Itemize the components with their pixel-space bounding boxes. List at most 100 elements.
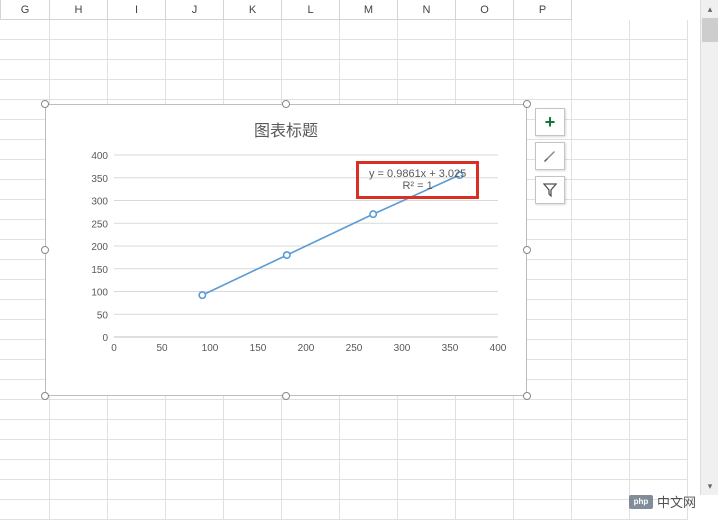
grid-cell[interactable] [572, 420, 630, 440]
grid-cell[interactable] [50, 80, 108, 100]
grid-cell[interactable] [572, 180, 630, 200]
grid-cell[interactable] [398, 420, 456, 440]
grid-cell[interactable] [398, 40, 456, 60]
col-header[interactable]: O [456, 0, 514, 20]
trendline-equation-box[interactable]: y = 0.9861x + 3.025 R² = 1 [356, 161, 479, 199]
grid-cell[interactable] [572, 20, 630, 40]
grid-cell[interactable] [0, 260, 50, 280]
grid-cell[interactable] [398, 20, 456, 40]
col-header[interactable]: L [282, 0, 340, 20]
grid-cell[interactable] [108, 400, 166, 420]
grid-cell[interactable] [572, 280, 630, 300]
grid-cell[interactable] [456, 80, 514, 100]
grid-cell[interactable] [630, 80, 688, 100]
chart-elements-button[interactable]: + [535, 108, 565, 136]
grid-cell[interactable] [572, 340, 630, 360]
grid-cell[interactable] [398, 60, 456, 80]
grid-cell[interactable] [108, 20, 166, 40]
grid-cell[interactable] [630, 40, 688, 60]
grid-cell[interactable] [572, 300, 630, 320]
grid-cell[interactable] [166, 440, 224, 460]
grid-cell[interactable] [630, 140, 688, 160]
grid-cell[interactable] [166, 60, 224, 80]
grid-cell[interactable] [398, 460, 456, 480]
grid-cell[interactable] [340, 80, 398, 100]
chart-object[interactable]: 图表标题 05010015020025030035040005010015020… [45, 104, 527, 396]
grid-cell[interactable] [166, 40, 224, 60]
grid-cell[interactable] [514, 20, 572, 40]
grid-cell[interactable] [0, 200, 50, 220]
grid-cell[interactable] [108, 440, 166, 460]
chart-filter-button[interactable] [535, 176, 565, 204]
grid-cell[interactable] [108, 480, 166, 500]
resize-handle[interactable] [282, 392, 290, 400]
grid-cell[interactable] [398, 480, 456, 500]
grid-cell[interactable] [456, 60, 514, 80]
grid-cell[interactable] [630, 400, 688, 420]
col-header[interactable]: K [224, 0, 282, 20]
grid-cell[interactable] [630, 460, 688, 480]
grid-cell[interactable] [340, 460, 398, 480]
grid-cell[interactable] [50, 400, 108, 420]
resize-handle[interactable] [523, 100, 531, 108]
grid-cell[interactable] [282, 460, 340, 480]
grid-cell[interactable] [630, 300, 688, 320]
grid-cell[interactable] [456, 40, 514, 60]
grid-cell[interactable] [572, 60, 630, 80]
grid-cell[interactable] [572, 40, 630, 60]
grid-cell[interactable] [514, 80, 572, 100]
chart-title[interactable]: 图表标题 [54, 117, 518, 141]
grid-cell[interactable] [340, 60, 398, 80]
grid-cell[interactable] [572, 100, 630, 120]
grid-cell[interactable] [572, 240, 630, 260]
grid-cell[interactable] [0, 80, 50, 100]
grid-cell[interactable] [50, 440, 108, 460]
grid-cell[interactable] [0, 500, 50, 520]
grid-cell[interactable] [50, 480, 108, 500]
grid-cell[interactable] [630, 240, 688, 260]
grid-cell[interactable] [630, 180, 688, 200]
grid-cell[interactable] [630, 320, 688, 340]
grid-cell[interactable] [514, 480, 572, 500]
grid-cell[interactable] [224, 400, 282, 420]
grid-cell[interactable] [282, 20, 340, 40]
grid-cell[interactable] [630, 120, 688, 140]
grid-cell[interactable] [630, 420, 688, 440]
grid-cell[interactable] [340, 440, 398, 460]
grid-cell[interactable] [514, 500, 572, 520]
grid-cell[interactable] [572, 460, 630, 480]
grid-cell[interactable] [166, 400, 224, 420]
grid-cell[interactable] [514, 60, 572, 80]
grid-cell[interactable] [340, 500, 398, 520]
grid-cell[interactable] [630, 380, 688, 400]
grid-cell[interactable] [514, 400, 572, 420]
grid-cell[interactable] [282, 60, 340, 80]
grid-cell[interactable] [630, 100, 688, 120]
grid-cell[interactable] [50, 60, 108, 80]
grid-cell[interactable] [456, 20, 514, 40]
resize-handle[interactable] [41, 246, 49, 254]
grid-cell[interactable] [572, 360, 630, 380]
grid-cell[interactable] [282, 80, 340, 100]
col-header[interactable]: P [514, 0, 572, 20]
grid-cell[interactable] [108, 500, 166, 520]
grid-cell[interactable] [0, 440, 50, 460]
grid-cell[interactable] [108, 420, 166, 440]
grid-cell[interactable] [630, 160, 688, 180]
grid-cell[interactable] [630, 440, 688, 460]
grid-cell[interactable] [166, 500, 224, 520]
grid-cell[interactable] [0, 160, 50, 180]
grid-cell[interactable] [50, 40, 108, 60]
grid-cell[interactable] [0, 480, 50, 500]
grid-cell[interactable] [166, 420, 224, 440]
grid-cell[interactable] [50, 460, 108, 480]
grid-cell[interactable] [282, 500, 340, 520]
grid-cell[interactable] [456, 420, 514, 440]
col-header[interactable]: M [340, 0, 398, 20]
grid-cell[interactable] [630, 200, 688, 220]
grid-cell[interactable] [282, 40, 340, 60]
grid-cell[interactable] [0, 40, 50, 60]
grid-cell[interactable] [50, 420, 108, 440]
grid-cell[interactable] [514, 40, 572, 60]
grid-cell[interactable] [572, 320, 630, 340]
